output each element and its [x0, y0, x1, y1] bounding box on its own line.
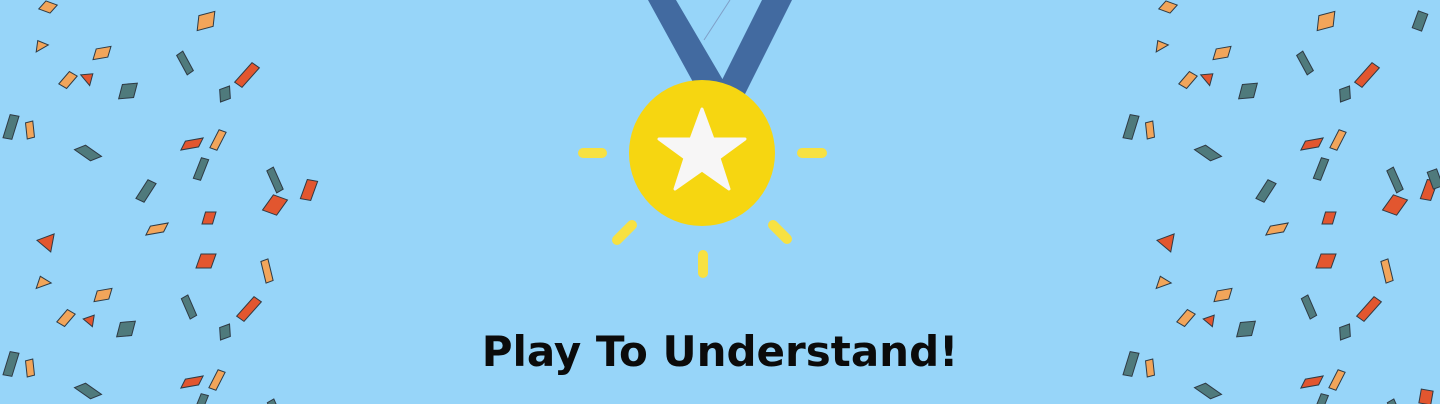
celebration-banner: Play To Understand!: [0, 0, 1440, 404]
headline: Play To Understand!: [481, 327, 959, 376]
